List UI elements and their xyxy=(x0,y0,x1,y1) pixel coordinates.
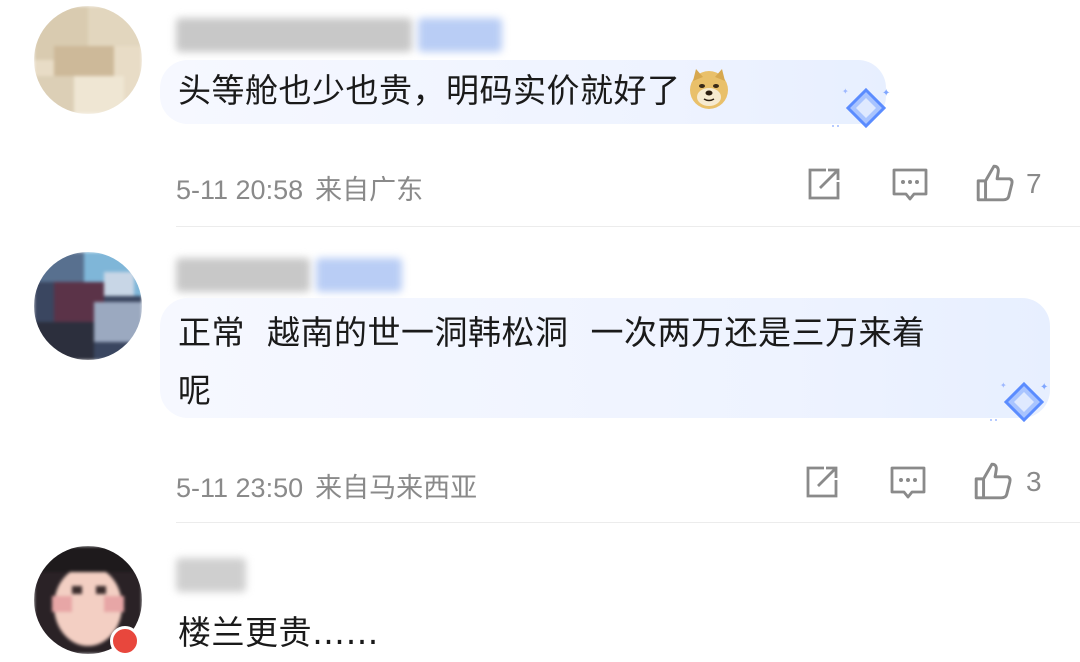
comment-meta: 5-11 23:50 来自马来西亚 xyxy=(176,466,477,505)
doge-emoji-icon xyxy=(689,68,728,109)
avatar-image xyxy=(34,6,142,114)
username-redacted[interactable] xyxy=(176,258,310,292)
divider xyxy=(176,522,1080,523)
comment-time: 5-11 23:50 xyxy=(176,473,304,503)
comment-time: 5-11 20:58 xyxy=(176,175,304,205)
comment-text-content: 楼兰更贵…… xyxy=(178,613,379,652)
comment-text: 头等舱也少也贵，明码实价就好了 xyxy=(178,62,731,120)
comment-meta: 5-11 20:58 来自广东 xyxy=(176,168,423,207)
comment-item: 头等舱也少也贵，明码实价就好了 ✦ ✦ 5-11 20:58 来自广东 7 xyxy=(0,0,1080,228)
share-icon[interactable] xyxy=(804,164,844,204)
comment-item: 楼兰更贵…… xyxy=(0,524,1080,659)
username-redacted[interactable] xyxy=(176,558,246,592)
comment-text: 正常 越南的世一洞韩松洞 一次两万还是三万来着 呢 xyxy=(178,304,925,420)
comment-text-content: 头等舱也少也贵，明码实价就好了 xyxy=(178,71,681,110)
comment-icon[interactable] xyxy=(890,164,930,204)
like-icon[interactable] xyxy=(972,460,1014,502)
comment-location: 来自广东 xyxy=(315,175,424,206)
comment-text-line: 呢 xyxy=(178,371,212,410)
svg-text:✦: ✦ xyxy=(842,87,849,96)
like-count: 3 xyxy=(1026,466,1042,497)
verified-badge-icon xyxy=(110,626,140,656)
avatar-image xyxy=(34,252,142,360)
svg-text:✦: ✦ xyxy=(882,88,890,99)
comment-location: 来自马来西亚 xyxy=(315,473,478,504)
gem-decoration-icon: ✦ ✦ xyxy=(832,87,890,129)
svg-text:✦: ✦ xyxy=(1000,381,1007,390)
avatar[interactable] xyxy=(34,252,142,360)
share-icon[interactable] xyxy=(802,462,842,502)
like-count: 7 xyxy=(1026,168,1042,199)
avatar[interactable] xyxy=(34,6,142,114)
svg-text:✦: ✦ xyxy=(1040,382,1048,393)
username-redacted[interactable] xyxy=(176,18,412,52)
gem-decoration-icon: ✦ ✦ xyxy=(990,381,1048,423)
comment-item: 正常 越南的世一洞韩松洞 一次两万还是三万来着 呢 ✦ ✦ 5-11 23:50… xyxy=(0,228,1080,524)
comment-text-line: 正常 越南的世一洞韩松洞 一次两万还是三万来着 xyxy=(178,313,926,352)
comment-text: 楼兰更贵…… xyxy=(178,604,379,662)
comment-icon[interactable] xyxy=(888,462,928,502)
divider xyxy=(176,226,1080,227)
like-icon[interactable] xyxy=(974,162,1016,204)
user-tag-redacted xyxy=(418,18,502,52)
user-tag-redacted xyxy=(316,258,402,292)
